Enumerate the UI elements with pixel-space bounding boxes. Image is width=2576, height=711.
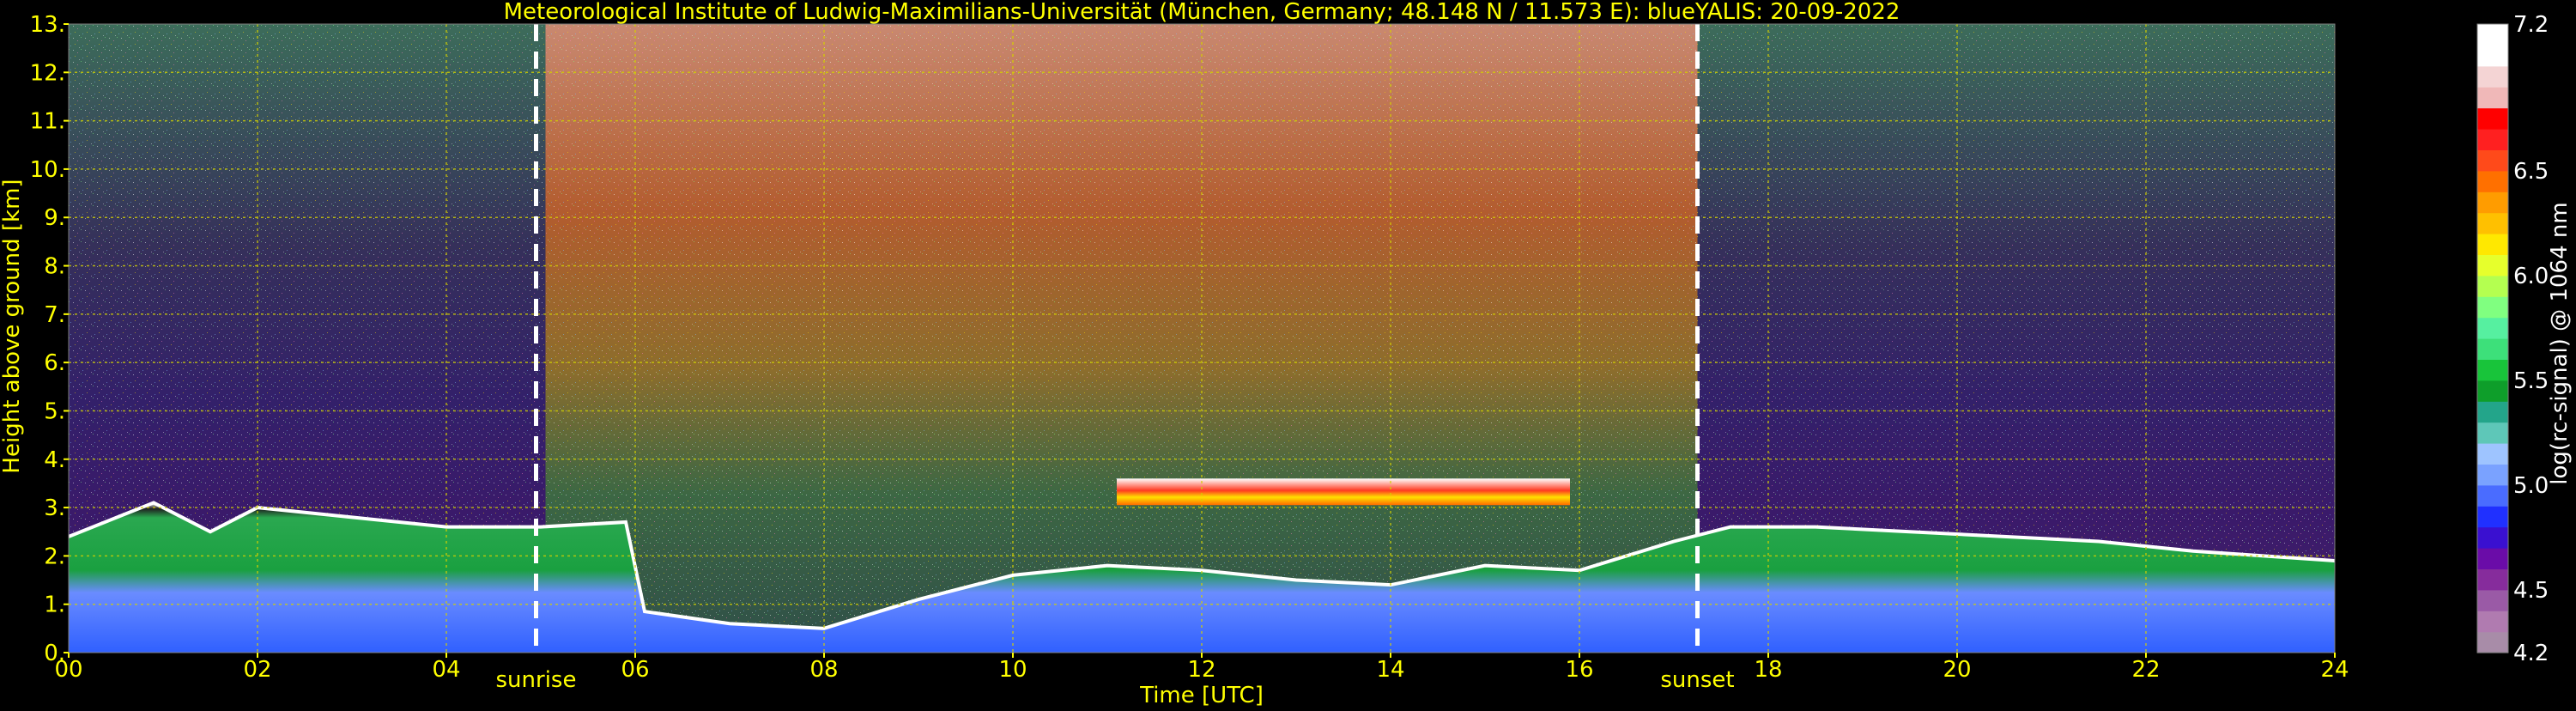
y-tick-label: 2. [44,544,65,569]
cloud-layer-group [1117,478,1570,506]
colorbar-segment [2477,87,2508,109]
colorbar-segment [2477,107,2508,130]
colorbar-ticks: 4.2 4.5 5.0 5.5 6.0 6.5 7.2 [2513,12,2549,666]
colorbar-segment [2477,338,2508,360]
x-tick-label: 24 [2320,657,2349,683]
colorbar-segment [2477,45,2508,67]
x-axis-label: Time [UTC] [1139,683,1264,708]
x-tick-label: 20 [1943,657,1971,683]
colorbar-segment [2477,484,2508,507]
sunrise-label: sunrise [496,667,577,693]
y-axis-ticks: 0. 1. 2. 3. 4. 5. 6. 7. 8. 9. 10. 11. 12. 13. [30,12,69,666]
colorbar-segment [2477,589,2508,611]
y-tick-label: 12. [30,60,65,86]
colorbar-label: log(rc-signal) @ 1064 nm [2547,202,2573,484]
colorbar-segment [2477,359,2508,381]
colorbar-tick-label: 5.5 [2513,368,2549,394]
y-tick-label: 3. [44,495,65,521]
x-axis-ticks: 00 02 04 06 08 10 12 14 16 18 20 22 24 [54,653,2349,683]
lidar-chart: Meteorological Institute of Ludwig-Maxim… [0,0,2576,708]
x-tick-label: 16 [1565,657,1593,683]
colorbar-segment [2477,526,2508,549]
x-tick-label: 02 [243,657,271,683]
y-tick-label: 7. [44,302,65,328]
colorbar-tick-label: 4.5 [2513,578,2549,604]
colorbar-segment [2477,234,2508,255]
y-axis-label: Height above ground [km] [0,179,25,473]
y-tick-label: 11. [30,109,65,135]
colorbar-segment [2477,422,2508,444]
y-tick-label: 0. [44,641,65,666]
colorbar-segment [2477,191,2508,214]
y-tick-label: 4. [44,447,65,473]
y-tick-label: 5. [44,398,65,424]
colorbar-segment [2477,548,2508,569]
sunset-label: sunset [1660,667,1734,693]
cloud-layer [1117,478,1570,506]
y-tick-label: 6. [44,350,65,376]
colorbar-segment [2477,296,2508,319]
colorbar-segment [2477,380,2508,402]
colorbar-tick-label: 4.2 [2513,641,2549,666]
colorbar-segment [2477,443,2508,465]
x-tick-label: 08 [809,657,838,683]
colorbar-segment [2477,611,2508,633]
y-tick-label: 13. [30,12,65,38]
x-tick-label: 12 [1187,657,1215,683]
colorbar-segment [2477,317,2508,339]
colorbar-segment [2477,464,2508,486]
y-tick-label: 9. [44,205,65,231]
colorbar-segment [2477,254,2508,276]
x-tick-label: 18 [1754,657,1782,683]
colorbar-segment [2477,149,2508,172]
colorbar-segment [2477,65,2508,88]
colorbar-segment [2477,401,2508,423]
colorbar-segment [2477,631,2508,653]
colorbar-segment [2477,568,2508,591]
y-tick-label: 1. [44,592,65,618]
colorbar-segment [2477,129,2508,150]
colorbar-tick-label: 6.5 [2513,159,2549,185]
chart-svg: Meteorological Institute of Ludwig-Maxim… [0,0,2573,708]
colorbar-segment [2477,212,2508,234]
colorbar-segment [2477,275,2508,297]
colorbar [2476,23,2509,653]
x-tick-label: 22 [2131,657,2160,683]
colorbar-segment [2477,24,2508,46]
x-tick-label: 04 [432,657,460,683]
chart-title: Meteorological Institute of Ludwig-Maxim… [504,0,1900,25]
y-tick-label: 8. [44,254,65,280]
x-tick-label: 06 [621,657,649,683]
colorbar-segment [2477,506,2508,528]
x-tick-label: 10 [998,657,1027,683]
y-tick-label: 10. [30,157,65,183]
colorbar-tick-label: 5.0 [2513,473,2549,499]
colorbar-tick-label: 7.2 [2513,12,2549,38]
colorbar-tick-label: 6.0 [2513,264,2549,289]
colorbar-segment [2477,170,2508,192]
x-tick-label: 14 [1376,657,1404,683]
